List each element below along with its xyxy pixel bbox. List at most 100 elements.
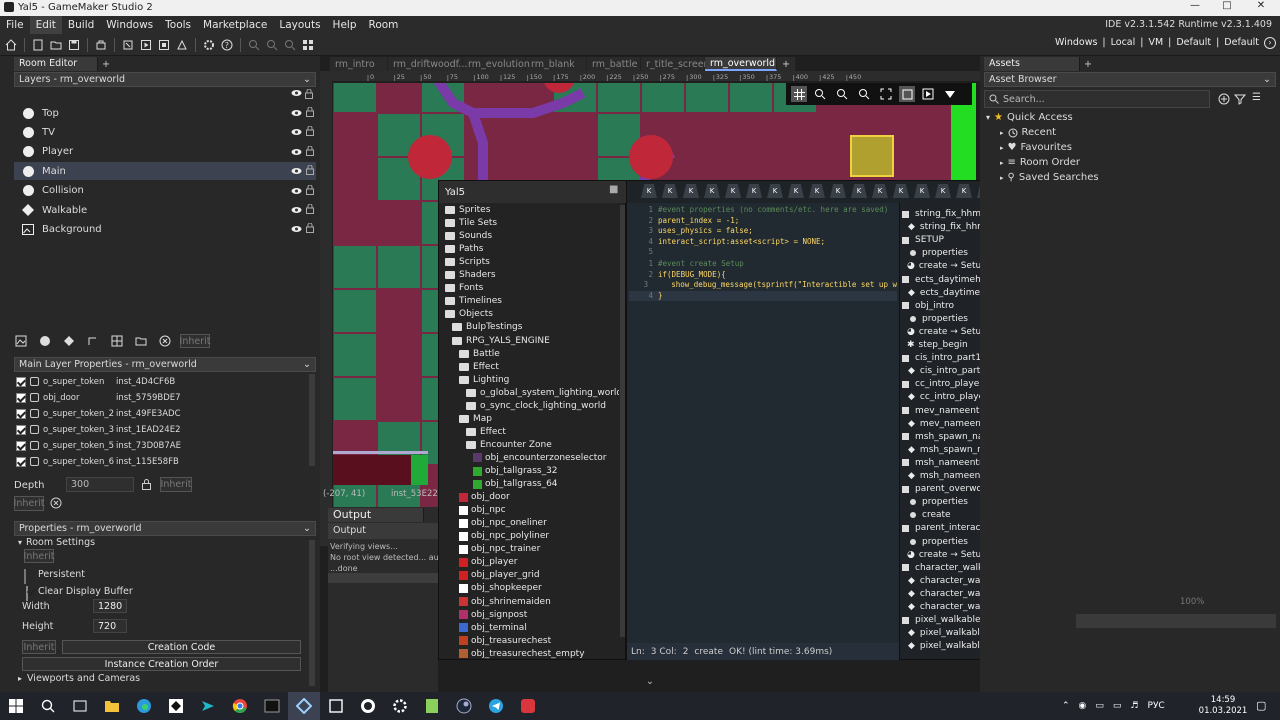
target-platform[interactable]: Windows — [1055, 37, 1097, 49]
save-icon[interactable] — [65, 36, 83, 54]
code-tab[interactable]: K — [830, 184, 846, 198]
folder-item[interactable]: Objects — [445, 309, 493, 319]
lock-icon[interactable] — [306, 204, 314, 214]
menu-marketplace[interactable]: Marketplace — [197, 16, 273, 34]
layer-properties-header[interactable]: Main Layer Properties - rm_overworld ⌄ — [14, 357, 316, 372]
menu-room[interactable]: Room — [363, 16, 405, 34]
room-tab[interactable]: rm_intro — [330, 57, 388, 71]
help-icon[interactable]: ? — [218, 36, 236, 54]
zoom-reset-icon[interactable] — [263, 36, 281, 54]
github-icon[interactable] — [352, 692, 384, 720]
output-input-bar[interactable] — [328, 573, 438, 583]
object-item[interactable]: obj_treasurechest — [459, 636, 551, 646]
add-tile-layer-icon[interactable] — [108, 332, 126, 350]
grid-toggle-icon[interactable] — [791, 86, 807, 102]
outline-item[interactable]: ◕ create → Setup — [902, 550, 987, 560]
view-frame-icon[interactable] — [899, 86, 915, 102]
debug-icon[interactable] — [119, 36, 137, 54]
add-asset-icon[interactable] — [1218, 93, 1230, 105]
viewports-section[interactable]: ▸ Viewports and Cameras — [18, 673, 140, 684]
clean-icon[interactable] — [173, 36, 191, 54]
room-tab[interactable]: r_title_screen — [641, 57, 710, 71]
delete-layer-icon[interactable] — [156, 332, 174, 350]
folder-item[interactable]: Sprites — [445, 205, 490, 215]
package-icon[interactable] — [92, 36, 110, 54]
eye-icon[interactable] — [291, 148, 302, 156]
asset-browser-dropdown[interactable]: Asset Browser ⌄ — [984, 72, 1276, 87]
folder-item[interactable]: Timelines — [445, 296, 502, 306]
output-tab[interactable]: Output — [328, 508, 424, 522]
stop-icon[interactable] — [155, 36, 173, 54]
eye-icon[interactable] — [291, 109, 302, 117]
object-item[interactable]: obj_player_grid — [459, 570, 540, 580]
minimize-button[interactable]: — — [1180, 0, 1210, 16]
instance-visible-checkbox[interactable] — [16, 408, 26, 419]
instance-row[interactable]: o_super_token_3 inst_1EAD24E2 — [16, 422, 306, 437]
zoom-in-icon[interactable] — [855, 85, 873, 103]
close-button[interactable]: ✕ — [1246, 0, 1276, 16]
code-tab[interactable]: K — [914, 184, 930, 198]
edge-icon[interactable] — [128, 692, 160, 720]
creation-code-button[interactable]: Creation Code — [62, 640, 301, 654]
persistent-checkbox[interactable] — [24, 569, 26, 584]
outline-item[interactable]: create — [902, 510, 951, 520]
outline-item[interactable]: pixel_walkable — [902, 615, 981, 625]
eye-icon[interactable] — [291, 206, 302, 214]
target-device[interactable]: Local — [1111, 37, 1136, 49]
object-item[interactable]: obj_shopkeeper — [459, 583, 542, 593]
windows-start-icon[interactable] — [0, 692, 32, 720]
code-line[interactable]: 3 uses_physics = false; — [629, 226, 897, 237]
folder-item[interactable]: Encounter Zone — [466, 440, 552, 450]
chevron-up-icon[interactable]: ⌃ — [1062, 701, 1070, 711]
inherit-instances-button[interactable]: Inherit — [14, 496, 44, 511]
folder-item[interactable]: Effect — [466, 427, 506, 437]
home-icon[interactable] — [2, 36, 20, 54]
object-item[interactable]: obj_shrinemaiden — [459, 597, 551, 607]
outline-item[interactable]: properties — [902, 537, 968, 547]
tree-scrollbar[interactable] — [620, 205, 625, 637]
object-item[interactable]: obj_door — [459, 492, 510, 502]
menu-icon[interactable]: ☰ — [1252, 92, 1261, 103]
outline-item[interactable]: obj_intro — [902, 301, 954, 311]
assets-tab[interactable]: Assets — [984, 57, 1080, 71]
notes-icon[interactable] — [320, 692, 352, 720]
lock-icon[interactable] — [306, 107, 314, 117]
app-red-icon[interactable] — [512, 692, 544, 720]
folder-item[interactable]: Lighting — [459, 375, 509, 385]
menu-tools[interactable]: Tools — [159, 16, 197, 34]
eye-icon[interactable] — [291, 187, 302, 195]
room-order-item[interactable]: ▸ ≡ Room Order — [1000, 157, 1080, 168]
target-output[interactable]: VM — [1148, 37, 1163, 49]
tray-drive-icon[interactable]: ▭ — [1095, 701, 1104, 711]
clear-display-checkbox[interactable] — [26, 586, 28, 601]
instance-creation-order-button[interactable]: Instance Creation Order — [22, 657, 301, 671]
inherit-settings-button[interactable]: Inherit — [24, 549, 54, 563]
code-tab[interactable]: K — [683, 184, 699, 198]
explorer-icon[interactable] — [96, 692, 128, 720]
grid-view-icon[interactable] — [299, 36, 317, 54]
room-tab[interactable]: rm_blank — [526, 57, 587, 71]
add-path-layer-icon[interactable] — [84, 332, 102, 350]
layer-row[interactable]: Collision — [14, 182, 316, 200]
object-item[interactable]: obj_signpost — [459, 610, 527, 620]
outline-item[interactable]: properties — [902, 314, 968, 324]
add-tab-icon[interactable]: + — [1084, 59, 1092, 70]
open-project-icon[interactable] — [47, 36, 65, 54]
depth-input[interactable]: 300 — [66, 477, 134, 492]
width-input[interactable]: 1280 — [93, 599, 127, 613]
npc-instance[interactable] — [408, 135, 452, 179]
lock-icon[interactable] — [306, 126, 314, 137]
code-tab[interactable]: K — [872, 184, 888, 198]
lock-icon[interactable] — [142, 479, 151, 490]
folder-item[interactable]: Shaders — [445, 270, 496, 280]
menu-edit[interactable]: Edit — [29, 16, 62, 34]
lock-icon[interactable] — [306, 223, 314, 234]
layer-row[interactable]: Walkable — [14, 201, 316, 219]
menu-help[interactable]: Help — [327, 16, 363, 34]
zoom-in-icon[interactable] — [281, 36, 299, 54]
room-tab[interactable]: rm_overworld — [705, 57, 777, 71]
room-tab[interactable]: rm_driftwoodf... — [388, 57, 467, 71]
selected-instance[interactable] — [850, 135, 894, 177]
notepad-icon[interactable] — [416, 692, 448, 720]
new-project-icon[interactable] — [29, 36, 47, 54]
